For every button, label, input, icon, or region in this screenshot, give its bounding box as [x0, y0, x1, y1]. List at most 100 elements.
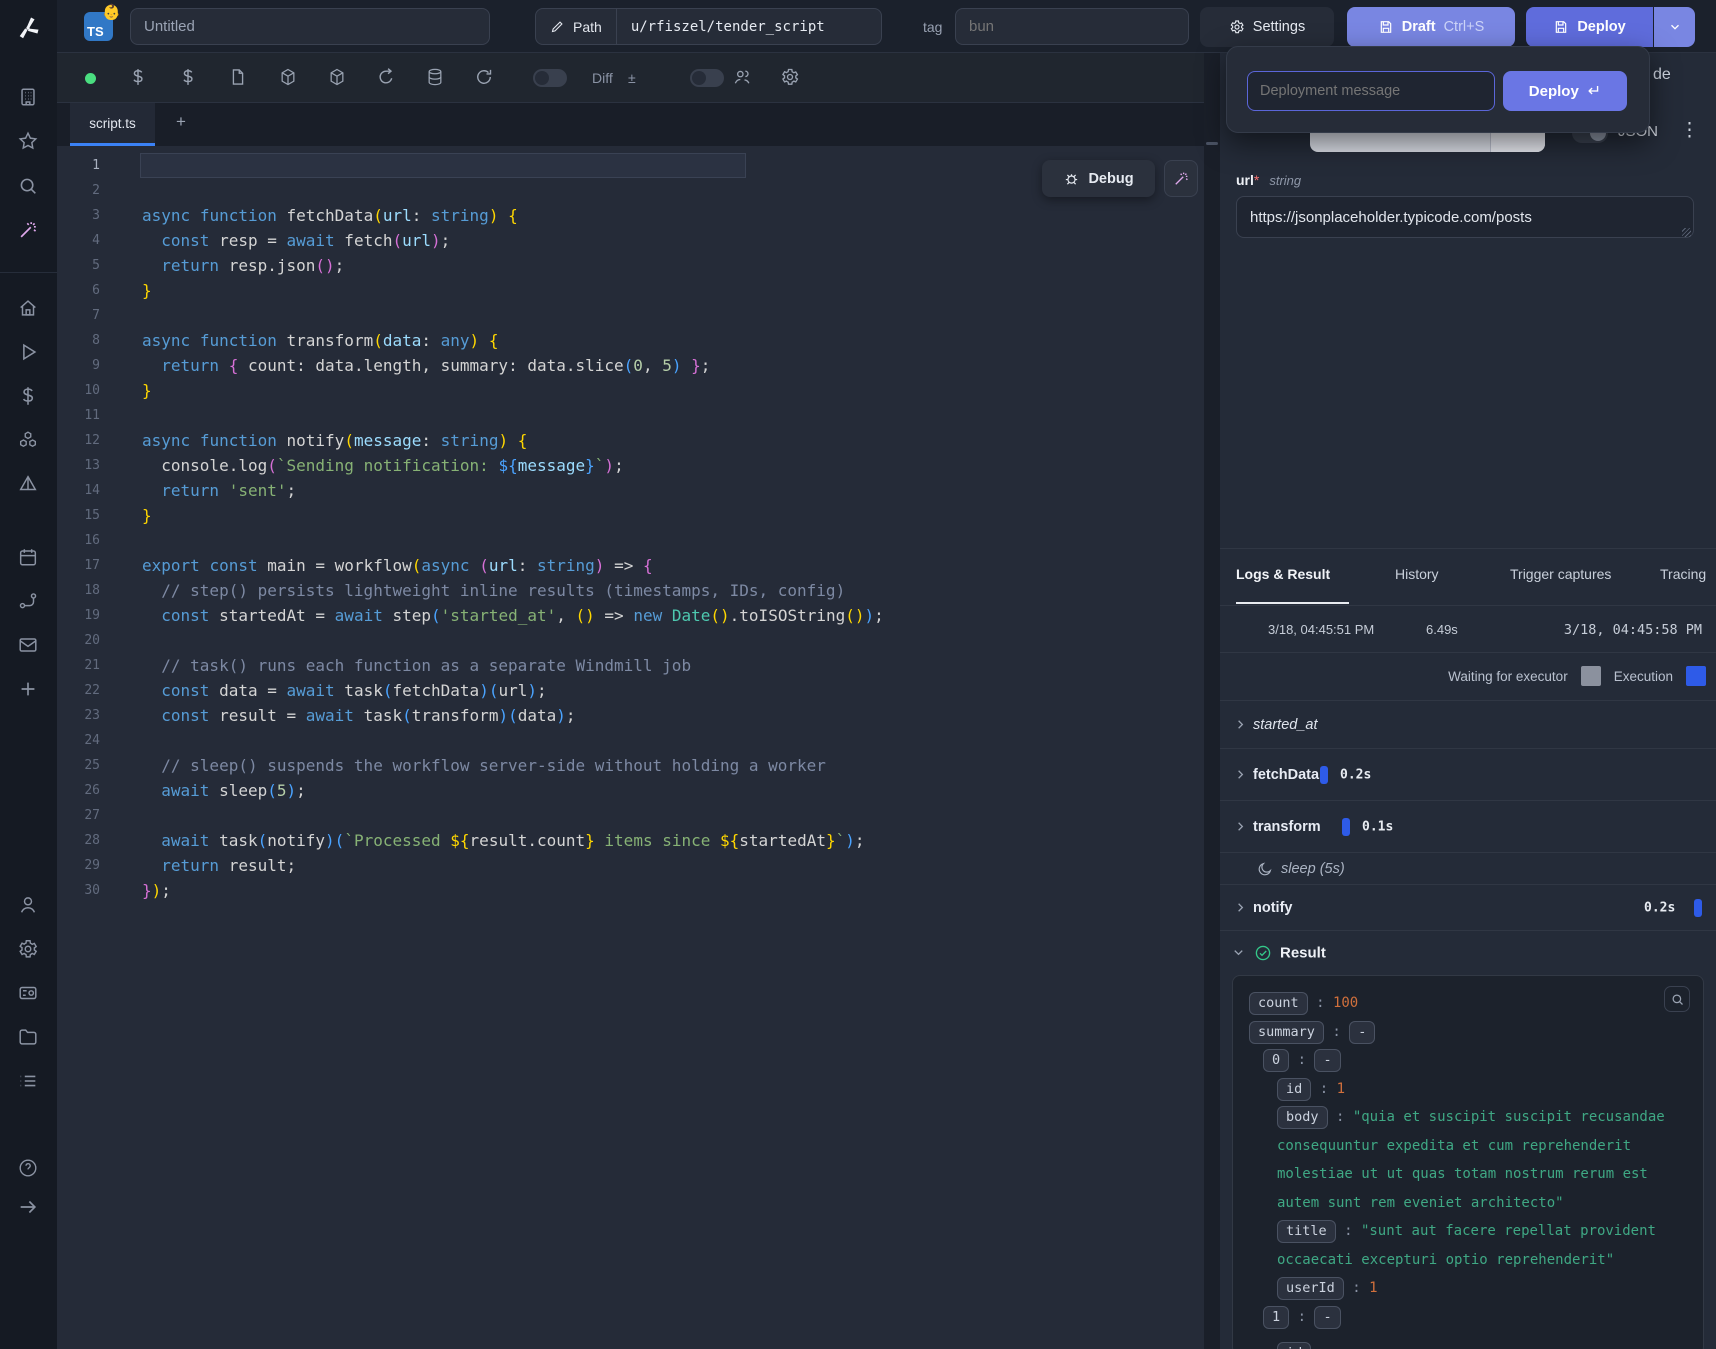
- json-key-chip[interactable]: id: [1277, 1078, 1311, 1101]
- popup-deploy-button[interactable]: Deploy ↵: [1503, 71, 1627, 111]
- json-collapse-toggle[interactable]: -: [1314, 1049, 1340, 1072]
- sidebar-item-help-icon[interactable]: [17, 1157, 41, 1181]
- json-key-chip[interactable]: 1: [1263, 1306, 1289, 1329]
- file-icon[interactable]: [228, 67, 250, 89]
- debug-button[interactable]: Debug: [1042, 160, 1155, 197]
- url-input[interactable]: [1236, 196, 1694, 238]
- sidebar-item-user-icon[interactable]: [17, 894, 41, 918]
- chevron-down-icon[interactable]: [1231, 945, 1247, 961]
- timeline-row-notify[interactable]: notify0.2s: [1220, 884, 1716, 930]
- ai-wand-button[interactable]: [1164, 160, 1198, 197]
- sidebar-item-gear-icon[interactable]: [17, 938, 41, 962]
- result-tab-history[interactable]: History: [1395, 566, 1439, 582]
- chevron-right-icon[interactable]: [1233, 767, 1249, 783]
- sidebar-item-route-icon[interactable]: [17, 590, 41, 614]
- deploy-dropdown-button[interactable]: [1654, 7, 1695, 47]
- json-row-0: 0 : -: [1263, 1046, 1687, 1075]
- sidebar-item-star-icon[interactable]: [17, 130, 41, 154]
- input-resize-corner[interactable]: [1682, 228, 1691, 237]
- kebab-menu-icon[interactable]: ⋮: [1680, 119, 1696, 142]
- package-icon[interactable]: [278, 67, 300, 89]
- sleep-icon: [1257, 861, 1273, 877]
- json-key-chip[interactable]: body: [1277, 1106, 1328, 1129]
- code-line: 5 return resp.json();: [57, 253, 1204, 278]
- json-row-1: 1 : -: [1263, 1303, 1687, 1332]
- search-result-icon[interactable]: [1664, 986, 1690, 1012]
- sidebar-item-dollar-icon[interactable]: [17, 385, 41, 409]
- sidebar-item-search-icon[interactable]: [17, 175, 41, 199]
- tag-input[interactable]: [955, 8, 1189, 45]
- chevron-right-icon[interactable]: [1233, 900, 1249, 916]
- result-row[interactable]: Result: [1220, 930, 1716, 975]
- script-name-input[interactable]: [130, 8, 490, 45]
- code-line: 8async function transform(data: any) {: [57, 328, 1204, 353]
- timeline-row-transform[interactable]: transform0.1s: [1220, 800, 1716, 852]
- json-key-chip[interactable]: 0: [1263, 1049, 1289, 1072]
- json-colon: :: [1336, 1223, 1361, 1239]
- json-row-summary: summary : -: [1249, 1018, 1687, 1047]
- dollar-icon[interactable]: [178, 67, 200, 89]
- json-key-chip[interactable]: id: [1277, 1342, 1311, 1349]
- json-collapse-toggle[interactable]: -: [1314, 1306, 1340, 1329]
- sidebar-item-mail-icon[interactable]: [17, 634, 41, 658]
- sidebar-item-arrow-right-icon[interactable]: [17, 1196, 41, 1220]
- windmill-logo[interactable]: [14, 14, 42, 42]
- redo-icon[interactable]: [376, 67, 398, 89]
- deployment-message-input[interactable]: [1247, 71, 1495, 111]
- code-editor[interactable]: 1import { task, step, workflow, sleep } …: [57, 146, 1204, 1349]
- debug-label: Debug: [1088, 171, 1133, 187]
- sidebar-item-home-icon[interactable]: [17, 297, 41, 321]
- settings-button[interactable]: Settings: [1200, 7, 1334, 47]
- sidebar-item-folder-icon[interactable]: [17, 1026, 41, 1050]
- json-collapse-toggle[interactable]: -: [1349, 1021, 1375, 1044]
- json-row-id: id : 1: [1277, 1075, 1687, 1104]
- dollar-icon[interactable]: [128, 67, 150, 89]
- code-line: 19 const startedAt = await step('started…: [57, 603, 1204, 628]
- result-tab-tracing[interactable]: Tracing: [1660, 566, 1706, 582]
- path-field[interactable]: Path u/rfiszel/tender_script: [535, 8, 882, 45]
- tab-script-ts[interactable]: script.ts: [70, 103, 155, 146]
- sidebar-item-plus-icon[interactable]: [17, 678, 41, 702]
- active-tab-underline: [1236, 602, 1349, 604]
- resize-handle[interactable]: [1206, 142, 1218, 145]
- status-dot[interactable]: [85, 73, 96, 84]
- json-colon: :: [1308, 995, 1333, 1011]
- panel-resize-gutter[interactable]: [1204, 53, 1220, 1349]
- timeline-row-fetchData[interactable]: fetchData0.2s: [1220, 748, 1716, 800]
- save-icon: [1378, 19, 1394, 35]
- gear-icon[interactable]: [780, 67, 802, 89]
- draft-button[interactable]: Draft Ctrl+S: [1347, 7, 1515, 47]
- json-key-chip[interactable]: userId: [1277, 1277, 1344, 1300]
- path-value[interactable]: u/rfiszel/tender_script: [617, 19, 839, 35]
- chevron-right-icon[interactable]: [1233, 819, 1249, 835]
- legend-swatch: [1581, 666, 1601, 686]
- package-icon[interactable]: [327, 67, 349, 89]
- json-key-chip[interactable]: summary: [1249, 1021, 1324, 1044]
- sidebar-item-pyramid-icon[interactable]: [17, 473, 41, 497]
- json-key-chip[interactable]: count: [1249, 992, 1308, 1015]
- sidebar-item-play-icon[interactable]: [17, 341, 41, 365]
- sidebar-item-cubes-icon[interactable]: [17, 429, 41, 453]
- deploy-button[interactable]: Deploy: [1526, 7, 1653, 47]
- chevron-right-icon[interactable]: [1233, 717, 1249, 733]
- timeline-row-sleeps[interactable]: sleep (5s): [1220, 852, 1716, 884]
- timeline-row-started_at[interactable]: started_at: [1220, 700, 1716, 748]
- sidebar-item-grid-icon[interactable]: [17, 1070, 41, 1094]
- json-key-chip[interactable]: title: [1277, 1220, 1336, 1243]
- sidebar-item-worker-icon[interactable]: [17, 982, 41, 1006]
- result-tab-logs-result[interactable]: Logs & Result: [1236, 566, 1330, 582]
- users-icon[interactable]: [732, 67, 754, 89]
- diff-toggle[interactable]: [533, 69, 567, 87]
- collab-toggle[interactable]: [690, 69, 724, 87]
- sidebar-item-wand-icon[interactable]: [17, 219, 41, 243]
- draft-shortcut: Ctrl+S: [1444, 19, 1485, 35]
- code-line: 22 const data = await task(fetchData)(ur…: [57, 678, 1204, 703]
- database-icon[interactable]: [425, 67, 447, 89]
- refresh-icon[interactable]: [474, 67, 496, 89]
- code-line: 4 const resp = await fetch(url);: [57, 228, 1204, 253]
- result-tab-trigger-captures[interactable]: Trigger captures: [1510, 566, 1611, 582]
- sidebar-item-calendar-icon[interactable]: [17, 546, 41, 570]
- path-label: Path: [573, 19, 602, 35]
- sidebar-item-building-icon[interactable]: [17, 86, 41, 110]
- new-tab-button[interactable]: +: [169, 112, 193, 136]
